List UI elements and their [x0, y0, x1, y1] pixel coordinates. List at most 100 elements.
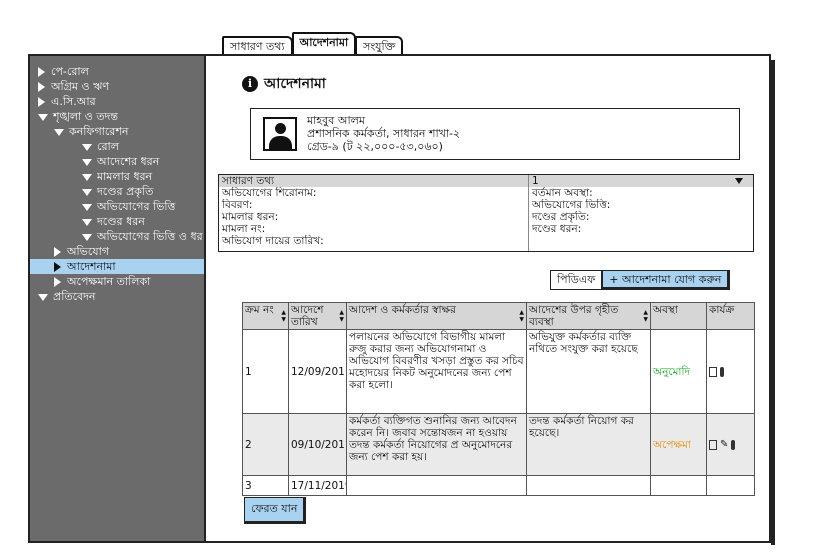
case-details: সাধারণ তথ্য অভিযোগের শিরোনাম: বিবরণ: মাম… [218, 174, 754, 252]
details-label: দণ্ডের ধরন: [532, 223, 582, 235]
caret-down-icon[interactable] [82, 173, 92, 181]
sidebar-item[interactable]: মামলার ধরন [30, 169, 204, 184]
sidebar-item-label: এ.সি.আর [51, 95, 96, 108]
cell-date: 17/11/2019 [288, 475, 347, 496]
cell-date: 09/10/201 [288, 413, 347, 476]
caret-right-icon[interactable] [54, 262, 61, 272]
tab-orders[interactable]: আদেশনামা [291, 32, 357, 54]
sidebar-item[interactable]: অভিযোগ [30, 244, 204, 259]
column-header-order[interactable]: আদেশ ও কর্মকর্তার স্বাক্ষর [346, 302, 527, 330]
cell-serial: 3 [242, 475, 289, 496]
caret-down-icon[interactable] [82, 143, 92, 151]
details-header: সাধারণ তথ্য [219, 175, 528, 187]
sidebar-item-label: দণ্ডের প্রকৃতি [97, 185, 154, 198]
column-header-action-taken[interactable]: আদেশের উপর গৃহীত ব্যবস্থা [526, 302, 651, 330]
sidebar-item[interactable]: আদেশের ধরন [30, 154, 204, 169]
sidebar-item[interactable]: রোল [30, 139, 204, 154]
status-badge: অনুমোদি [650, 329, 707, 414]
column-header-serial[interactable]: ক্রম নং [242, 302, 289, 330]
attachment-icon[interactable] [731, 439, 736, 450]
avatar-icon [263, 117, 297, 151]
sidebar-item[interactable]: প্রতিবেদন [30, 289, 204, 304]
details-label: অভিযোগের শিরোনাম: [222, 187, 317, 199]
sidebar-item[interactable]: এ.সি.আর [30, 94, 204, 109]
pdf-button[interactable]: পিডিএফ [550, 270, 603, 290]
caret-down-icon[interactable] [38, 293, 48, 301]
status-badge: অপেক্ষমা [650, 413, 707, 476]
caret-right-icon[interactable] [54, 247, 61, 257]
sidebar-item[interactable]: অভিযোগের ভিত্তি ও ধর [30, 229, 204, 244]
sidebar-item[interactable]: আদেশনামা [30, 259, 204, 274]
back-button[interactable]: ফেরত যান [244, 497, 307, 524]
sidebar-item-label: অভিযোগের ভিত্তি [97, 200, 176, 213]
add-order-button[interactable]: + আদেশনামা যোগ করুন [602, 270, 731, 290]
sidebar-item[interactable]: পে-রোল [30, 64, 204, 79]
sidebar-item[interactable]: অপেক্ষমান তালিকা [30, 274, 204, 289]
caret-down-icon[interactable] [82, 188, 92, 196]
status-badge [650, 475, 707, 496]
tab-general-info[interactable]: সাধারণ তথ্য [222, 36, 293, 54]
caret-down-icon[interactable] [54, 128, 64, 136]
sidebar-item[interactable]: কনফিগারেশন [30, 124, 204, 139]
page-title: i আদেশনামা [242, 72, 326, 96]
details-label: বিবরণ: [222, 199, 253, 211]
column-header-status: অবস্থা [650, 302, 707, 330]
sidebar-item-label: রোল [97, 140, 119, 153]
sidebar-item-label: আদেশনামা [67, 260, 116, 273]
cell-date: 12/09/201 [288, 329, 347, 414]
table-row[interactable]: 1 12/09/201 পলায়নের অভিযোগে বিভাগীয় মা… [242, 329, 755, 414]
action-bar: পিডিএফ + আদেশনামা যোগ করুন [550, 270, 731, 290]
column-header-date[interactable]: আদেশে তারিখ [288, 302, 347, 330]
caret-down-icon[interactable] [82, 233, 92, 241]
cell-order: কর্মকর্তা ব্যক্তিগত শুনানির জন্য আবেদন ক… [346, 413, 527, 476]
info-icon: i [242, 76, 258, 92]
details-label: অভিযোগ দায়ের তারিখ: [222, 235, 324, 247]
sidebar-item[interactable]: শৃঙ্খলা ও তদন্ত [30, 109, 204, 124]
table-row[interactable]: 2 09/10/201 কর্মকর্তা ব্যক্তিগত শুনানির … [242, 413, 755, 476]
sidebar-item[interactable]: দণ্ডের ধরন [30, 214, 204, 229]
cell-actions: ✎ [706, 413, 755, 476]
caret-down-icon[interactable] [38, 113, 48, 121]
caret-right-icon[interactable] [38, 97, 45, 107]
document-icon[interactable] [709, 366, 717, 377]
cell-order [346, 475, 527, 496]
caret-right-icon[interactable] [38, 82, 45, 92]
sidebar-item-label: অভিযোগের ভিত্তি ও ধর [97, 230, 203, 243]
sidebar-item[interactable]: অগ্রিম ও ঋণ [30, 79, 204, 94]
caret-down-icon[interactable] [82, 158, 92, 166]
details-label: অভিযোগের ভিত্তি: [532, 199, 611, 211]
attachment-icon[interactable] [720, 366, 724, 377]
tab-attachments[interactable]: সংযুক্তি [355, 36, 404, 54]
caret-right-icon[interactable] [54, 277, 61, 287]
sidebar-item[interactable]: অভিযোগের ভিত্তি [30, 199, 204, 214]
employee-grade: গ্রেড-৯ (ট ২২,০০০-৫৩,০৬০) [307, 140, 443, 153]
sidebar-item-label: শৃঙ্খলা ও তদন্ত [53, 110, 118, 123]
sidebar-item-label: আদেশের ধরন [97, 155, 160, 168]
cell-serial: 1 [242, 329, 289, 414]
sidebar-item-label: দণ্ডের ধরন [97, 215, 145, 228]
table-header-row: ক্রম নং আদেশে তারিখ আদেশ ও কর্মকর্তার স্… [242, 302, 755, 330]
caret-down-icon[interactable] [82, 218, 92, 226]
details-label: মামলার ধরন: [222, 211, 279, 223]
sidebar-item-label: মামলার ধরন [97, 170, 153, 183]
cell-actions [706, 329, 755, 414]
details-label: বর্তমান অবস্থা: [532, 187, 593, 199]
cell-action-taken: তদন্ত কর্মকর্তা নিয়োগ কর হয়েছে। [526, 413, 651, 476]
table-row[interactable]: 3 17/11/2019 [242, 475, 755, 496]
sidebar-item-label: অগ্রিম ও ঋণ [51, 80, 109, 93]
case-details-right: 1 বর্তমান অবস্থা: অভিযোগের ভিত্তি: দণ্ডে… [529, 175, 753, 251]
orders-table: ক্রম নং আদেশে তারিখ আদেশ ও কর্মকর্তার স্… [242, 302, 755, 496]
case-details-left: সাধারণ তথ্য অভিযোগের শিরোনাম: বিবরণ: মাম… [219, 175, 529, 251]
sidebar-item-label: প্রতিবেদন [53, 290, 96, 303]
document-icon[interactable] [709, 439, 717, 450]
edit-pencil-icon[interactable]: ✎ [720, 439, 728, 451]
cell-order: পলায়নের অভিযোগে বিভাগীয় মামলা রুজু করা… [346, 329, 527, 414]
sidebar-item[interactable]: দণ্ডের প্রকৃতি [30, 184, 204, 199]
case-select-dropdown[interactable]: 1 [529, 175, 753, 187]
cell-serial: 2 [242, 413, 289, 476]
cell-action-taken [526, 475, 651, 496]
caret-right-icon[interactable] [38, 67, 45, 77]
column-header-actions: কার্যক্র [706, 302, 755, 330]
sidebar: পে-রোল অগ্রিম ও ঋণ এ.সি.আর শৃঙ্খলা ও তদন্ত ক… [28, 54, 206, 543]
caret-down-icon[interactable] [82, 203, 92, 211]
